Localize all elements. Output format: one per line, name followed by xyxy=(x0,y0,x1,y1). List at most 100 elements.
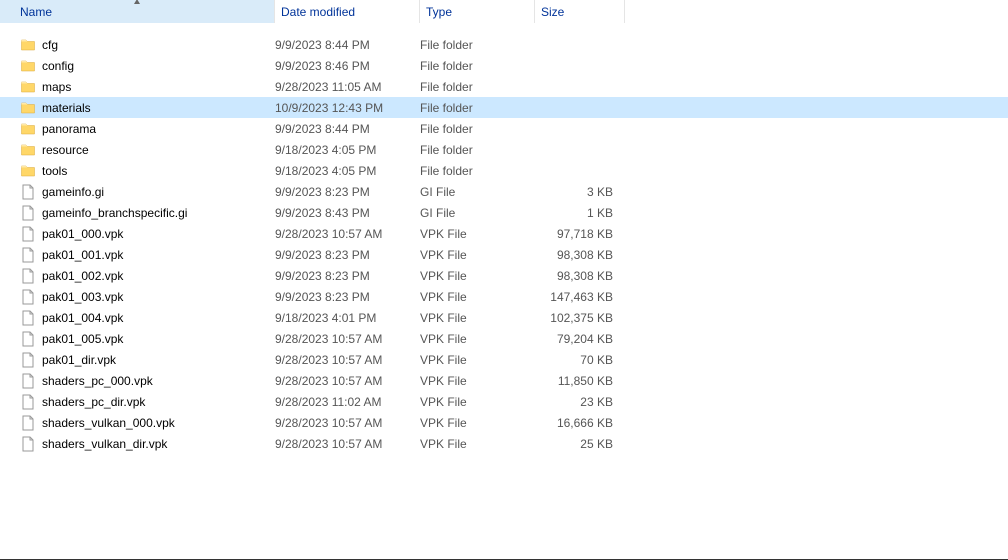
folder-icon xyxy=(20,58,36,74)
file-name-label: pak01_004.vpk xyxy=(42,311,123,325)
file-type-cell: File folder xyxy=(420,55,535,76)
file-date-cell: 10/9/2023 12:43 PM xyxy=(275,97,420,118)
file-row[interactable]: pak01_000.vpk9/28/2023 10:57 AMVPK File9… xyxy=(0,223,1008,244)
file-size-cell: 3 KB xyxy=(535,181,625,202)
file-name-label: pak01_003.vpk xyxy=(42,290,123,304)
column-header-size[interactable]: Size xyxy=(535,0,625,23)
file-row[interactable]: gameinfo_branchspecific.gi9/9/2023 8:43 … xyxy=(0,202,1008,223)
file-name-label: gameinfo_branchspecific.gi xyxy=(42,206,187,220)
file-type-cell: VPK File xyxy=(420,307,535,328)
file-size-cell: 79,204 KB xyxy=(535,328,625,349)
file-name-label: pak01_dir.vpk xyxy=(42,353,116,367)
file-row[interactable]: pak01_004.vpk9/18/2023 4:01 PMVPK File10… xyxy=(0,307,1008,328)
file-row[interactable]: pak01_002.vpk9/9/2023 8:23 PMVPK File98,… xyxy=(0,265,1008,286)
file-row[interactable]: maps9/28/2023 11:05 AMFile folder xyxy=(0,76,1008,97)
file-type-cell: File folder xyxy=(420,139,535,160)
file-size-cell: 70 KB xyxy=(535,349,625,370)
column-header-date[interactable]: Date modified xyxy=(275,0,420,23)
file-size-cell xyxy=(535,34,625,55)
column-header-name-label: Name xyxy=(20,5,52,19)
file-date-cell: 9/28/2023 10:57 AM xyxy=(275,370,420,391)
file-name-cell: pak01_001.vpk xyxy=(20,244,275,265)
file-size-cell: 97,718 KB xyxy=(535,223,625,244)
file-icon xyxy=(20,310,36,326)
file-row[interactable]: pak01_001.vpk9/9/2023 8:23 PMVPK File98,… xyxy=(0,244,1008,265)
file-icon xyxy=(20,247,36,263)
column-header-type-label: Type xyxy=(426,5,452,19)
file-name-label: panorama xyxy=(42,122,96,136)
file-size-cell xyxy=(535,76,625,97)
file-row[interactable]: shaders_pc_dir.vpk9/28/2023 11:02 AMVPK … xyxy=(0,391,1008,412)
sort-ascending-icon xyxy=(133,0,141,7)
file-size-cell: 102,375 KB xyxy=(535,307,625,328)
file-type-cell: File folder xyxy=(420,97,535,118)
column-header-type[interactable]: Type xyxy=(420,0,535,23)
file-name-label: gameinfo.gi xyxy=(42,185,104,199)
file-row[interactable]: config9/9/2023 8:46 PMFile folder xyxy=(0,55,1008,76)
file-size-cell xyxy=(535,118,625,139)
file-row[interactable]: pak01_003.vpk9/9/2023 8:23 PMVPK File147… xyxy=(0,286,1008,307)
file-size-cell xyxy=(535,160,625,181)
file-type-cell: VPK File xyxy=(420,391,535,412)
file-size-cell: 98,308 KB xyxy=(535,244,625,265)
file-size-cell: 1 KB xyxy=(535,202,625,223)
folder-icon xyxy=(20,163,36,179)
file-name-label: materials xyxy=(42,101,91,115)
file-date-cell: 9/18/2023 4:05 PM xyxy=(275,139,420,160)
file-row[interactable]: shaders_pc_000.vpk9/28/2023 10:57 AMVPK … xyxy=(0,370,1008,391)
file-name-label: shaders_vulkan_dir.vpk xyxy=(42,437,167,451)
file-name-label: cfg xyxy=(42,38,58,52)
file-size-cell: 11,850 KB xyxy=(535,370,625,391)
file-row[interactable]: pak01_dir.vpk9/28/2023 10:57 AMVPK File7… xyxy=(0,349,1008,370)
file-name-cell: shaders_pc_dir.vpk xyxy=(20,391,275,412)
file-icon xyxy=(20,352,36,368)
file-name-cell: maps xyxy=(20,76,275,97)
file-date-cell: 9/28/2023 10:57 AM xyxy=(275,328,420,349)
file-date-cell: 9/9/2023 8:44 PM xyxy=(275,34,420,55)
file-name-cell: pak01_002.vpk xyxy=(20,265,275,286)
file-type-cell: VPK File xyxy=(420,328,535,349)
file-name-label: resource xyxy=(42,143,89,157)
file-icon xyxy=(20,184,36,200)
file-list-view: Name Date modified Type Size cfg 9/9/2023… xyxy=(0,0,1008,560)
file-name-cell: pak01_000.vpk xyxy=(20,223,275,244)
file-type-cell: GI File xyxy=(420,202,535,223)
file-row[interactable]: materials 10/9/2023 12:43 PMFile folder xyxy=(0,97,1008,118)
file-name-cell: tools xyxy=(20,160,275,181)
file-date-cell: 9/28/2023 11:05 AM xyxy=(275,76,420,97)
file-date-cell: 9/18/2023 4:05 PM xyxy=(275,160,420,181)
folder-icon xyxy=(20,100,36,116)
file-type-cell: GI File xyxy=(420,181,535,202)
file-row[interactable]: pak01_005.vpk9/28/2023 10:57 AMVPK File7… xyxy=(0,328,1008,349)
file-date-cell: 9/9/2023 8:23 PM xyxy=(275,265,420,286)
file-type-cell: File folder xyxy=(420,160,535,181)
file-type-cell: VPK File xyxy=(420,370,535,391)
file-size-cell: 98,308 KB xyxy=(535,265,625,286)
file-icon xyxy=(20,268,36,284)
file-size-cell: 147,463 KB xyxy=(535,286,625,307)
file-date-cell: 9/9/2023 8:23 PM xyxy=(275,244,420,265)
file-size-cell xyxy=(535,55,625,76)
file-icon xyxy=(20,331,36,347)
column-header-name[interactable]: Name xyxy=(0,0,275,23)
file-name-label: pak01_000.vpk xyxy=(42,227,123,241)
file-row[interactable]: cfg9/9/2023 8:44 PMFile folder xyxy=(0,34,1008,55)
file-name-label: pak01_001.vpk xyxy=(42,248,123,262)
file-date-cell: 9/28/2023 10:57 AM xyxy=(275,349,420,370)
file-row[interactable]: gameinfo.gi9/9/2023 8:23 PMGI File3 KB xyxy=(0,181,1008,202)
file-name-cell: shaders_pc_000.vpk xyxy=(20,370,275,391)
file-date-cell: 9/28/2023 10:57 AM xyxy=(275,412,420,433)
file-date-cell: 9/28/2023 10:57 AM xyxy=(275,223,420,244)
file-row[interactable]: tools9/18/2023 4:05 PMFile folder xyxy=(0,160,1008,181)
file-row[interactable]: shaders_vulkan_dir.vpk9/28/2023 10:57 AM… xyxy=(0,433,1008,454)
file-name-cell: materials xyxy=(20,97,275,118)
file-size-cell: 25 KB xyxy=(535,433,625,454)
file-row[interactable]: panorama9/9/2023 8:44 PMFile folder xyxy=(0,118,1008,139)
file-date-cell: 9/9/2023 8:44 PM xyxy=(275,118,420,139)
file-name-cell: cfg xyxy=(20,34,275,55)
file-row[interactable]: resource 9/18/2023 4:05 PMFile folder xyxy=(0,139,1008,160)
file-row[interactable]: shaders_vulkan_000.vpk9/28/2023 10:57 AM… xyxy=(0,412,1008,433)
column-header-size-label: Size xyxy=(541,5,564,19)
folder-icon xyxy=(20,79,36,95)
file-icon xyxy=(20,394,36,410)
